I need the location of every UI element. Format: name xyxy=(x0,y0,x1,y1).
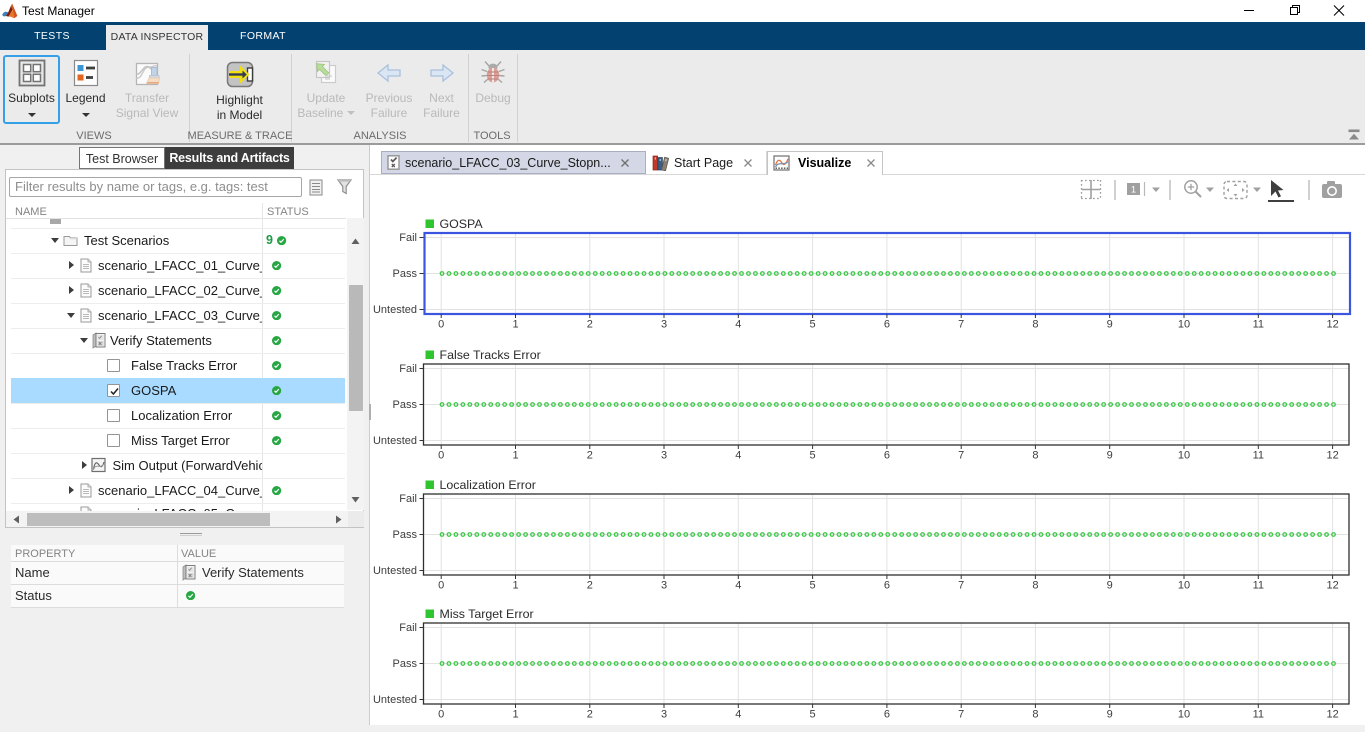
svg-text:8: 8 xyxy=(1032,450,1038,462)
svg-text:Localization Error: Localization Error xyxy=(440,478,536,492)
svg-text:6: 6 xyxy=(884,709,890,721)
svg-text:8: 8 xyxy=(1032,709,1038,721)
svg-text:6: 6 xyxy=(884,450,890,462)
svg-text:12: 12 xyxy=(1326,319,1338,331)
svg-text:0: 0 xyxy=(438,319,444,331)
svg-text:Pass: Pass xyxy=(393,399,418,411)
svg-text:2: 2 xyxy=(587,579,593,591)
svg-text:12: 12 xyxy=(1326,450,1338,462)
svg-text:11: 11 xyxy=(1253,709,1264,721)
svg-text:5: 5 xyxy=(810,579,816,591)
svg-text:GOSPA: GOSPA xyxy=(440,217,484,231)
svg-text:Untested: Untested xyxy=(373,435,417,447)
svg-text:Untested: Untested xyxy=(373,304,417,316)
svg-text:9: 9 xyxy=(1107,709,1113,721)
svg-text:Miss Target Error: Miss Target Error xyxy=(440,607,534,621)
svg-text:Fail: Fail xyxy=(399,493,417,505)
svg-text:5: 5 xyxy=(810,709,816,721)
svg-text:6: 6 xyxy=(884,319,890,331)
svg-text:2: 2 xyxy=(587,319,593,331)
svg-text:11: 11 xyxy=(1253,450,1264,462)
svg-text:4: 4 xyxy=(735,709,741,721)
svg-text:Pass: Pass xyxy=(393,529,418,541)
svg-text:1: 1 xyxy=(512,579,518,591)
svg-text:Untested: Untested xyxy=(373,694,417,706)
svg-text:5: 5 xyxy=(810,319,816,331)
svg-text:4: 4 xyxy=(735,579,741,591)
svg-text:4: 4 xyxy=(735,450,741,462)
svg-text:10: 10 xyxy=(1178,579,1190,591)
svg-text:1: 1 xyxy=(1131,185,1136,196)
svg-text:False Tracks Error: False Tracks Error xyxy=(440,348,541,362)
svg-text:11: 11 xyxy=(1253,579,1264,591)
svg-text:3: 3 xyxy=(661,579,667,591)
svg-text:Fail: Fail xyxy=(399,622,417,634)
svg-text:7: 7 xyxy=(958,579,964,591)
svg-text:9: 9 xyxy=(1107,579,1113,591)
svg-text:0: 0 xyxy=(438,450,444,462)
svg-text:3: 3 xyxy=(661,709,667,721)
svg-text:7: 7 xyxy=(958,709,964,721)
svg-text:4: 4 xyxy=(735,319,741,331)
svg-text:12: 12 xyxy=(1326,579,1338,591)
svg-text:0: 0 xyxy=(438,579,444,591)
svg-text:1: 1 xyxy=(512,319,518,331)
svg-text:6: 6 xyxy=(884,579,890,591)
svg-text:5: 5 xyxy=(810,450,816,462)
svg-text:0: 0 xyxy=(438,709,444,721)
svg-text:Pass: Pass xyxy=(393,268,418,280)
svg-text:1: 1 xyxy=(512,709,518,721)
svg-text:8: 8 xyxy=(1032,579,1038,591)
svg-text:3: 3 xyxy=(661,450,667,462)
svg-text:Pass: Pass xyxy=(393,658,418,670)
svg-text:Untested: Untested xyxy=(373,565,417,577)
svg-text:Fail: Fail xyxy=(399,363,417,375)
svg-text:9: 9 xyxy=(1107,450,1113,462)
svg-text:11: 11 xyxy=(1253,319,1264,331)
svg-text:12: 12 xyxy=(1326,709,1338,721)
svg-text:9: 9 xyxy=(1107,319,1113,331)
svg-text:7: 7 xyxy=(958,319,964,331)
svg-text:10: 10 xyxy=(1178,450,1190,462)
svg-text:Fail: Fail xyxy=(399,232,417,244)
svg-text:10: 10 xyxy=(1178,319,1190,331)
svg-text:10: 10 xyxy=(1178,709,1190,721)
svg-text:8: 8 xyxy=(1032,319,1038,331)
svg-text:3: 3 xyxy=(661,319,667,331)
svg-text:2: 2 xyxy=(587,709,593,721)
svg-text:7: 7 xyxy=(958,450,964,462)
svg-text:2: 2 xyxy=(587,450,593,462)
svg-text:1: 1 xyxy=(512,450,518,462)
